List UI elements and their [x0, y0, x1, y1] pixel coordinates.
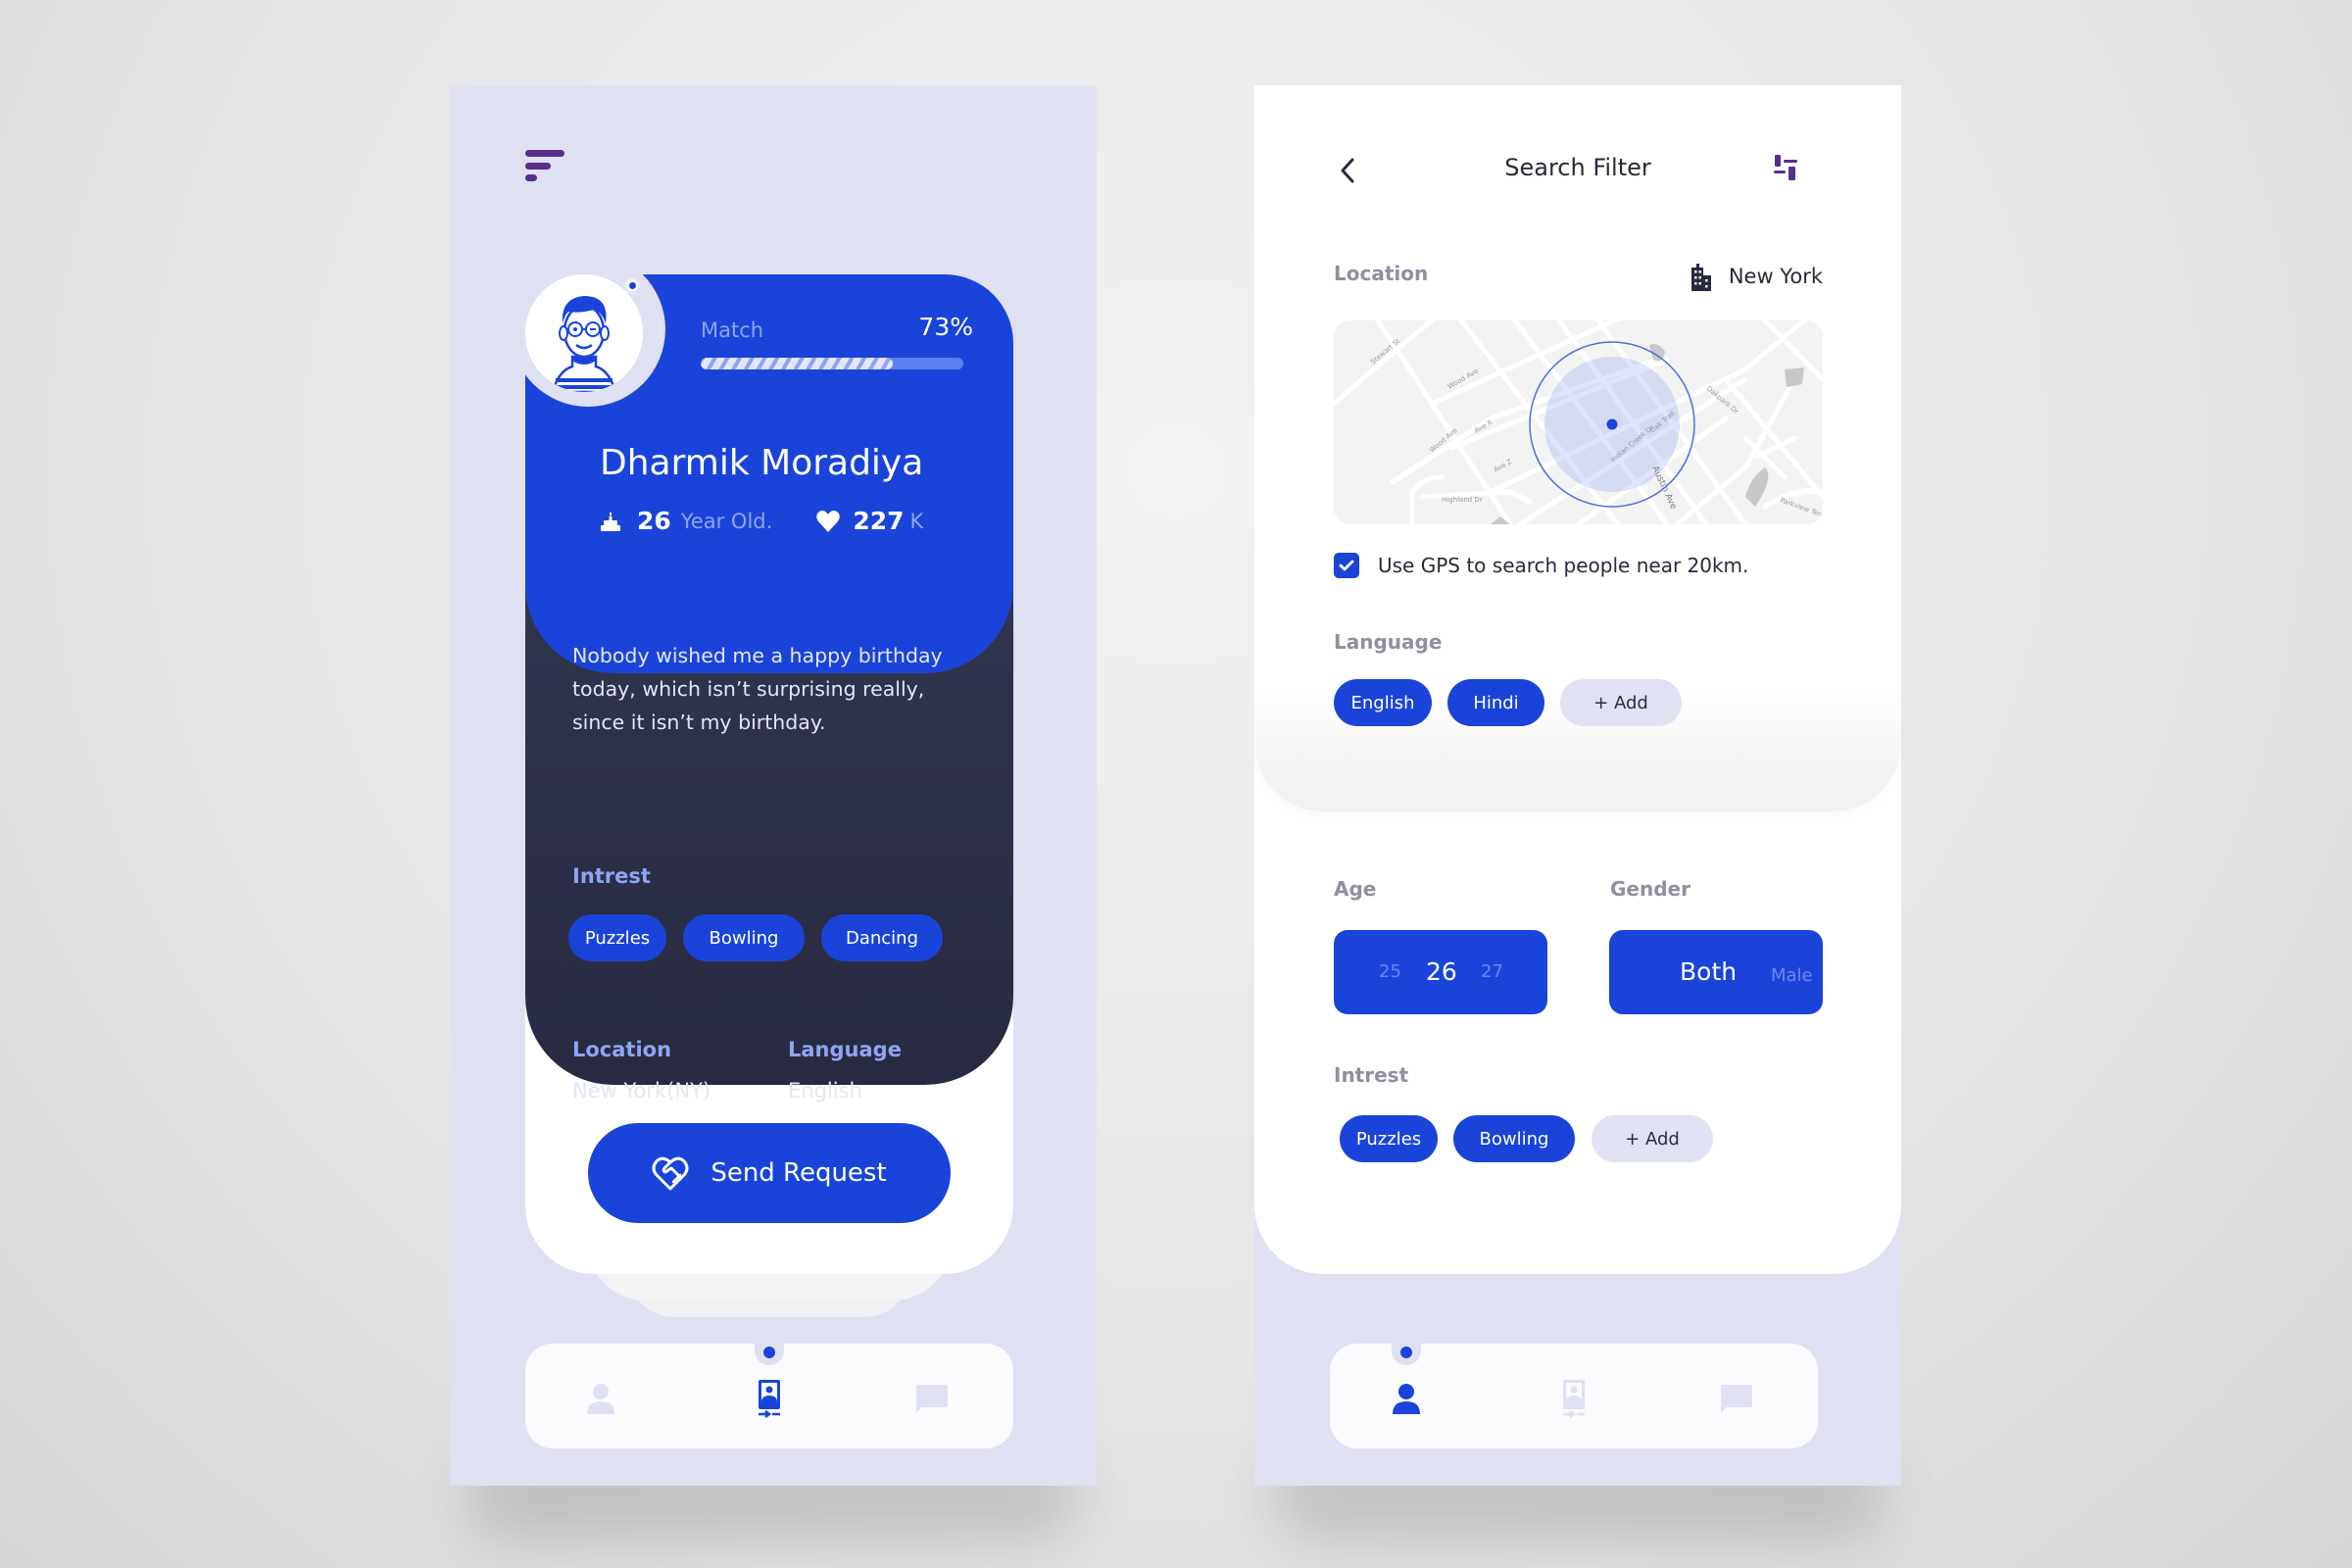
language-label: Language	[788, 1038, 902, 1061]
chat-icon	[916, 1385, 948, 1413]
gender-next[interactable]: Male	[1771, 934, 1813, 1018]
checkmark-icon	[1339, 560, 1354, 571]
send-request-button[interactable]: Send Request	[588, 1123, 951, 1223]
profile-bio: Nobody wished me a happy birthday today,…	[572, 644, 943, 734]
gender-label: Gender	[1610, 877, 1690, 901]
bottom-nav	[525, 1342, 1013, 1448]
profile-screen: Match 73% Dharmik Moradiya 26 Year Old. …	[450, 85, 1097, 1486]
nav-item-match[interactable]	[1554, 1379, 1593, 1418]
city-buildings-icon	[1690, 264, 1711, 291]
avatar[interactable]	[525, 274, 643, 392]
language-chip[interactable]: English	[1334, 679, 1432, 726]
location-selector[interactable]: New York	[1688, 262, 1823, 291]
interest-chip[interactable]: Bowling	[1453, 1115, 1575, 1162]
age-prev[interactable]: 25	[1379, 930, 1401, 1014]
map-canvas: Stewart St Wood Ave Ave X Wood Ave Ave Z…	[1334, 320, 1823, 524]
send-request-label: Send Request	[710, 1158, 887, 1188]
search-filter-screen: Search Filter Location New York Stewart …	[1254, 85, 1901, 1486]
age-value: 26	[637, 507, 671, 535]
cake-icon	[601, 511, 620, 531]
bottom-nav	[1330, 1342, 1818, 1448]
age-unit: Year Old.	[680, 509, 773, 533]
contact-card-icon	[1563, 1380, 1585, 1418]
menu-icon[interactable]	[525, 150, 564, 183]
nav-item-chat[interactable]	[912, 1379, 952, 1418]
gps-option[interactable]: Use GPS to search people near 20km.	[1334, 553, 1748, 578]
handshake-icon	[652, 1156, 689, 1191]
location-value: New York	[1728, 265, 1823, 288]
nav-item-chat[interactable]	[1717, 1379, 1756, 1418]
language-chip[interactable]: Hindi	[1447, 679, 1544, 726]
interest-label: Intrest	[572, 864, 651, 888]
match-progress-bar	[701, 358, 963, 369]
nav-active-indicator	[1400, 1347, 1412, 1358]
gps-label: Use GPS to search people near 20km.	[1378, 554, 1749, 577]
interest-chip[interactable]: Bowling	[683, 914, 805, 961]
heart-icon	[816, 510, 841, 532]
language-label: Language	[1334, 630, 1443, 654]
profile-name: Dharmik Moradiya	[600, 443, 924, 483]
interest-chip[interactable]: Puzzles	[568, 914, 666, 961]
gender-picker[interactable]: Both Male	[1609, 930, 1823, 1014]
map-street-label: Ave Z	[1493, 458, 1513, 474]
map-street-label: Highland Dr	[1442, 496, 1483, 504]
match-value: 73%	[918, 313, 973, 341]
chat-icon	[1721, 1385, 1752, 1413]
nav-active-indicator	[763, 1347, 775, 1358]
language-value: English	[788, 1079, 862, 1102]
add-interest-button[interactable]: + Add	[1592, 1115, 1713, 1162]
age-label: Age	[1334, 877, 1377, 901]
filter-settings-button[interactable]	[1772, 154, 1799, 183]
interest-chip[interactable]: Puzzles	[1340, 1115, 1438, 1162]
likes-unit: K	[909, 509, 924, 533]
profile-stats: 26 Year Old. 227 K	[600, 507, 923, 535]
likes-value: 227	[853, 507, 905, 535]
user-icon	[1393, 1384, 1420, 1414]
gps-checkbox[interactable]	[1334, 553, 1359, 578]
online-status-dot	[624, 277, 640, 293]
sliders-icon	[1774, 155, 1797, 180]
interest-label: Intrest	[1334, 1063, 1409, 1087]
age-picker[interactable]: 25 26 27	[1334, 930, 1547, 1014]
contact-card-icon	[759, 1380, 780, 1418]
location-value: New York(NY)	[572, 1079, 711, 1102]
age-current: 26	[1426, 957, 1457, 986]
location-label: Location	[1334, 262, 1429, 285]
age-next[interactable]: 27	[1481, 930, 1503, 1014]
add-language-button[interactable]: + Add	[1560, 679, 1682, 726]
page-title: Search Filter	[1504, 154, 1651, 181]
gender-current: Both	[1680, 957, 1738, 986]
interest-chip[interactable]: Dancing	[821, 914, 943, 961]
nav-item-profile[interactable]	[1387, 1379, 1426, 1418]
match-label: Match	[701, 318, 764, 342]
user-icon	[587, 1384, 614, 1414]
avatar-illustration	[525, 274, 643, 392]
nav-item-profile[interactable]	[581, 1379, 620, 1418]
match-progress-fill	[701, 358, 893, 369]
location-label: Location	[572, 1038, 672, 1061]
nav-item-match[interactable]	[750, 1379, 789, 1418]
location-map[interactable]: Stewart St Wood Ave Ave X Wood Ave Ave Z…	[1334, 320, 1823, 524]
map-street-label: Parkview Terrace	[1779, 496, 1823, 523]
